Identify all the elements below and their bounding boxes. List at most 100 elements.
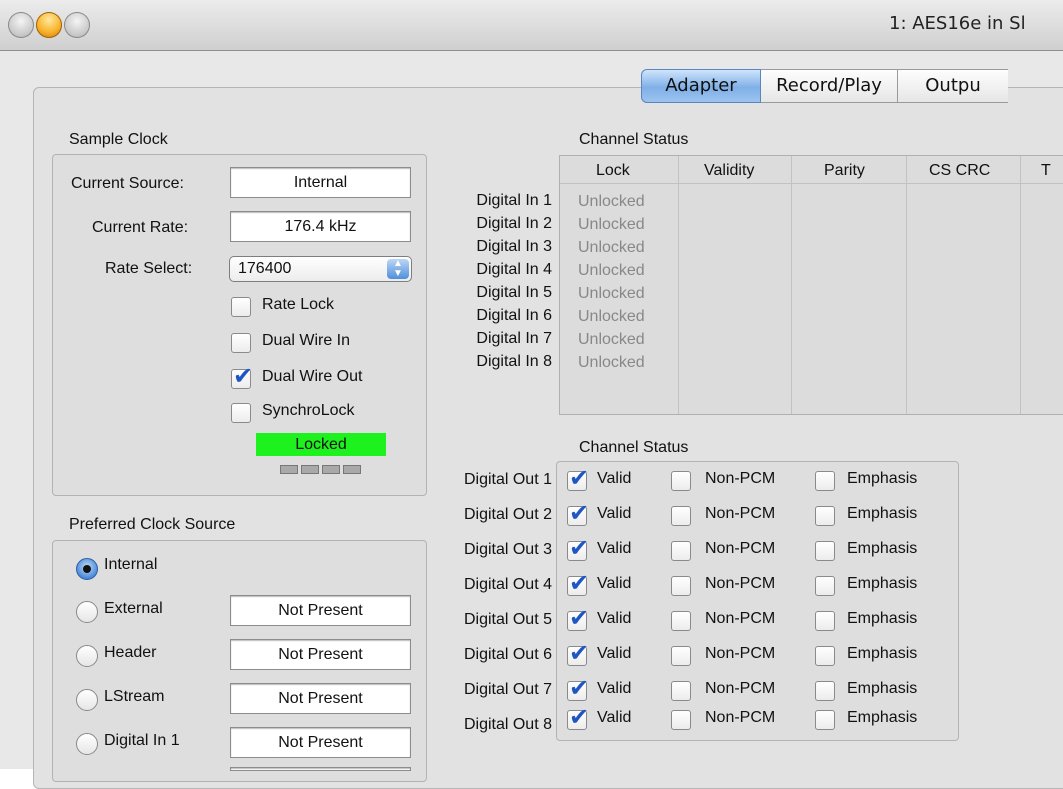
digital-out-1-emphasis-checkbox[interactable] [815, 471, 835, 491]
digital-out-6-emphasis-checkbox[interactable] [815, 646, 835, 666]
digital-out-2-row-label: Digital Out 2 [463, 506, 552, 523]
digital-out-1-valid-checkbox[interactable]: ✔ [567, 466, 589, 491]
digital-out-8-non-pcm-label: Non-PCM [705, 709, 776, 726]
digital-out-3-emphasis-checkbox[interactable] [815, 541, 835, 561]
synchrolock-label: SynchroLock [262, 402, 355, 419]
parity-column [791, 156, 907, 414]
tab-bar: Adapter Record/Play Outpu [641, 69, 1008, 103]
digital-out-7-row-label: Digital Out 7 [463, 681, 552, 698]
header-label: Header [104, 644, 157, 661]
digital-out-4-non-pcm-checkbox[interactable] [671, 576, 691, 596]
digital-out-1-non-pcm-label: Non-PCM [705, 470, 776, 487]
digital-out-6-emphasis-label: Emphasis [847, 645, 918, 662]
checkmark-icon: ✔ [569, 464, 590, 492]
digital-in-6-row-label: Digital In 6 [476, 307, 552, 324]
digital-out-3-valid-checkbox[interactable]: ✔ [567, 536, 589, 561]
lstream-status-field: Not Present [230, 683, 411, 714]
lock-cell-2: Unlocked [578, 216, 645, 233]
digital-out-2-non-pcm-checkbox[interactable] [671, 506, 691, 526]
channel-status-out-title: Channel Status [579, 439, 689, 456]
digital-out-4-valid-label: Valid [597, 575, 632, 592]
digital-out-5-emphasis-checkbox[interactable] [815, 611, 835, 631]
rate-select-dropdown[interactable]: 176400 ▲ ▼ [229, 256, 412, 282]
digital-out-6-row-label: Digital Out 6 [463, 646, 552, 663]
digital-out-5-non-pcm-checkbox[interactable] [671, 611, 691, 631]
checkmark-icon: ✔ [569, 639, 590, 667]
digital-out-8-row-label: Digital Out 8 [463, 716, 552, 733]
digital-in-1-row-label: Digital In 1 [476, 192, 552, 209]
digital-out-7-emphasis-checkbox[interactable] [815, 681, 835, 701]
updown-arrows-icon: ▲ ▼ [387, 259, 409, 279]
rate-select-value: 176400 [238, 260, 292, 277]
digital-out-1-non-pcm-checkbox[interactable] [671, 471, 691, 491]
digital-in-7-row-label: Digital In 7 [476, 330, 552, 347]
digital-out-2-emphasis-checkbox[interactable] [815, 506, 835, 526]
lstream-radio[interactable] [76, 689, 98, 711]
internal-radio[interactable] [76, 558, 98, 580]
digital-out-8-emphasis-checkbox[interactable] [815, 710, 835, 730]
channel-status-in-title: Channel Status [579, 131, 689, 148]
digital-out-1-emphasis-label: Emphasis [847, 470, 918, 487]
rate-select-label: Rate Select: [105, 260, 193, 277]
digital-out-8-emphasis-label: Emphasis [847, 709, 918, 726]
lock-cell-4: Unlocked [578, 262, 645, 279]
digital-out-3-valid-label: Valid [597, 540, 632, 557]
zoom-window-button[interactable] [64, 12, 90, 38]
checkmark-icon: ✔ [569, 674, 590, 702]
digital-out-8-non-pcm-checkbox[interactable] [671, 710, 691, 730]
digital-out-2-non-pcm-label: Non-PCM [705, 505, 776, 522]
next-status-field [230, 767, 411, 771]
rate-lock-label: Rate Lock [262, 296, 335, 313]
lock-cell-3: Unlocked [578, 239, 645, 256]
current-rate-field: 176.4 kHz [230, 211, 411, 242]
col-header-t: T [1041, 162, 1051, 179]
digital-out-4-valid-checkbox[interactable]: ✔ [567, 571, 589, 596]
lock-cell-7: Unlocked [578, 331, 645, 348]
col-header-lock: Lock [596, 162, 630, 179]
status-led-2 [301, 465, 319, 474]
close-window-button[interactable] [8, 12, 34, 38]
col-header-validity: Validity [704, 162, 755, 179]
digital-out-7-non-pcm-checkbox[interactable] [671, 681, 691, 701]
rate-lock-checkbox[interactable] [231, 297, 251, 317]
checkmark-icon: ✔ [233, 362, 254, 390]
digital-out-7-non-pcm-label: Non-PCM [705, 680, 776, 697]
digital-out-4-emphasis-checkbox[interactable] [815, 576, 835, 596]
dual-wire-out-checkbox[interactable]: ✔ [231, 364, 253, 389]
channel-status-out-group [556, 461, 959, 741]
col-header-cs-crc: CS CRC [929, 162, 991, 179]
digital-out-2-valid-label: Valid [597, 505, 632, 522]
tab-output[interactable]: Outpu [898, 69, 1008, 103]
digital-out-2-emphasis-label: Emphasis [847, 505, 918, 522]
digital-out-7-valid-checkbox[interactable]: ✔ [567, 676, 589, 701]
header-divider [560, 183, 1063, 184]
digital-out-3-emphasis-label: Emphasis [847, 540, 918, 557]
current-rate-label: Current Rate: [92, 219, 189, 236]
digital-out-8-valid-checkbox[interactable]: ✔ [567, 705, 589, 730]
digital-out-6-non-pcm-checkbox[interactable] [671, 646, 691, 666]
external-label: External [104, 600, 163, 617]
sample-clock-title: Sample Clock [69, 131, 168, 148]
lock-cell-5: Unlocked [578, 285, 645, 302]
checkmark-icon: ✔ [569, 703, 590, 731]
digital-out-3-non-pcm-checkbox[interactable] [671, 541, 691, 561]
digital-in-1-status-field: Not Present [230, 727, 411, 758]
preferred-clock-title: Preferred Clock Source [69, 516, 236, 533]
digital-out-5-row-label: Digital Out 5 [463, 611, 552, 628]
digital-out-8-valid-label: Valid [597, 709, 632, 726]
tab-adapter[interactable]: Adapter [641, 69, 761, 103]
header-radio[interactable] [76, 645, 98, 667]
tab-record-play[interactable]: Record/Play [761, 69, 898, 103]
dual-wire-in-checkbox[interactable] [231, 333, 251, 353]
digital-in-4-row-label: Digital In 4 [476, 261, 552, 278]
external-radio[interactable] [76, 601, 98, 623]
digital-in-1-radio[interactable] [76, 733, 98, 755]
synchrolock-checkbox[interactable] [231, 403, 251, 423]
digital-out-6-valid-checkbox[interactable]: ✔ [567, 641, 589, 666]
digital-out-6-non-pcm-label: Non-PCM [705, 645, 776, 662]
external-status-field: Not Present [230, 595, 411, 626]
digital-out-5-valid-checkbox[interactable]: ✔ [567, 606, 589, 631]
dual-wire-out-label: Dual Wire Out [262, 368, 363, 385]
digital-out-2-valid-checkbox[interactable]: ✔ [567, 501, 589, 526]
minimize-window-button[interactable] [36, 12, 62, 38]
